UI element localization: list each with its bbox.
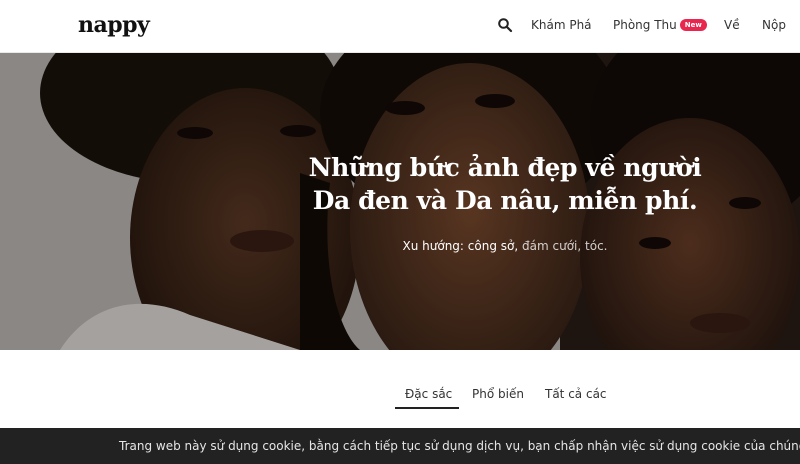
nav-studio-label: Phòng Thu	[613, 18, 677, 32]
nav-studio-link[interactable]: Phòng Thu New	[613, 18, 707, 32]
nav-submit-link[interactable]: Nộp	[762, 18, 786, 32]
site-header: nappy Khám Phá Phòng Thu New Về Nộp	[0, 0, 800, 53]
tab-popular[interactable]: Phổ biến	[472, 387, 524, 401]
trending-tag-office[interactable]: công sở,	[468, 239, 518, 253]
trending-tag-wedding[interactable]: đám cưới,	[522, 239, 581, 253]
hero-headline-line2: Da đen và Da nâu, miễn phí.	[312, 186, 698, 215]
hero-headline-line1: Những bức ảnh đẹp về người	[308, 153, 702, 182]
tab-all[interactable]: Tất cả các	[545, 387, 607, 401]
hero-headline: Những bức ảnh đẹp về người Da đen và Da …	[260, 151, 750, 217]
cookie-message: Trang web này sử dụng cookie, bằng cách …	[119, 439, 800, 453]
logo[interactable]: nappy	[78, 12, 150, 38]
trending-label: Xu hướng:	[402, 239, 464, 253]
trending-tags: Xu hướng: công sở, đám cưới, tóc.	[260, 239, 750, 253]
cookie-banner: Trang web này sử dụng cookie, bằng cách …	[0, 428, 800, 464]
nav-explore-link[interactable]: Khám Phá	[531, 18, 592, 32]
main-nav: Khám Phá Phòng Thu New Về Nộp	[493, 0, 800, 53]
photo-tabs: Đặc sắc Phổ biến Tất cả các	[0, 383, 800, 413]
hero-banner: Những bức ảnh đẹp về người Da đen và Da …	[0, 53, 800, 350]
nav-about-link[interactable]: Về	[724, 18, 740, 32]
active-tab-indicator	[395, 407, 459, 409]
trending-tag-hair[interactable]: tóc.	[585, 239, 607, 253]
search-icon[interactable]	[497, 17, 513, 33]
new-badge: New	[679, 19, 707, 31]
tab-featured[interactable]: Đặc sắc	[405, 387, 452, 401]
